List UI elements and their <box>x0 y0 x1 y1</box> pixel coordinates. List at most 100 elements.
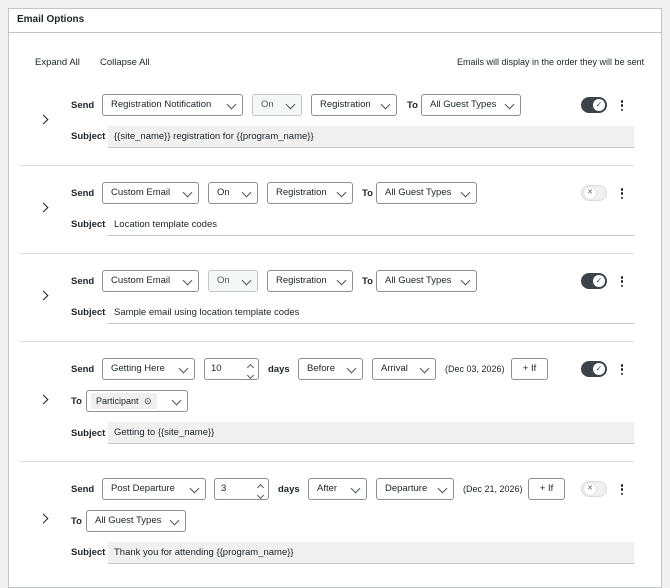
add-if-button[interactable]: + If <box>528 478 565 500</box>
chevron-down-icon <box>178 363 189 374</box>
event-select-value: Departure <box>385 483 428 494</box>
template-select-value: Registration Notification <box>111 99 212 110</box>
subject-field[interactable]: Sample email using location template cod… <box>108 302 634 324</box>
when-select-value: Before <box>307 363 335 374</box>
when-select[interactable]: After <box>308 478 367 500</box>
subject-field[interactable]: Location template codes <box>108 214 634 236</box>
template-select-value: Custom Email <box>111 187 171 198</box>
chevron-down-icon <box>226 99 237 110</box>
subject-label: Subject <box>71 131 106 142</box>
trigger-select-value: Registration <box>276 187 327 198</box>
to-label: To <box>71 516 82 527</box>
chevron-down-icon <box>336 275 347 286</box>
chevron-down-icon <box>241 275 252 286</box>
send-label: Send <box>71 276 95 287</box>
subject-label: Subject <box>71 219 106 230</box>
remove-tag-icon[interactable]: ⊙ <box>144 396 152 406</box>
trigger-select[interactable]: Registration <box>267 270 353 292</box>
when-select-value: After <box>317 483 338 494</box>
state-select[interactable]: On <box>208 182 258 204</box>
send-label: Send <box>71 100 95 111</box>
template-select-value: Custom Email <box>111 275 171 286</box>
chevron-down-icon <box>336 187 347 198</box>
recipient-select[interactable]: All Guest Types <box>376 182 477 204</box>
days-stepper[interactable]: 10 <box>204 358 259 380</box>
chevron-down-icon <box>346 363 357 374</box>
recipient-select-value: All Guest Types <box>95 515 162 526</box>
check-icon: ✓ <box>593 99 605 111</box>
to-label: To <box>362 276 373 287</box>
recipient-select-value: All Guest Types <box>385 275 452 286</box>
chevron-down-icon <box>189 483 200 494</box>
subject-field[interactable]: Thank you for attending {{program_name}} <box>108 542 634 564</box>
add-if-button[interactable]: + If <box>511 358 548 380</box>
subject-label: Subject <box>71 428 106 439</box>
order-note: Emails will display in the order they wi… <box>457 57 645 67</box>
recipient-tag: Participant ⊙ <box>91 393 157 409</box>
check-icon: ✓ <box>593 363 605 375</box>
computed-date: (Dec 03, 2026) <box>445 364 505 374</box>
trigger-select-value: Registration <box>320 99 371 110</box>
chevron-down-icon <box>460 187 471 198</box>
template-select[interactable]: Post Departure <box>102 478 206 500</box>
trigger-select[interactable]: Registration <box>267 182 353 204</box>
send-label: Send <box>71 484 95 495</box>
template-select[interactable]: Registration Notification <box>102 94 243 116</box>
chevron-down-icon <box>182 275 193 286</box>
template-select[interactable]: Custom Email <box>102 182 199 204</box>
row-divider <box>20 461 634 462</box>
to-label: To <box>407 100 418 111</box>
row-divider <box>20 253 634 254</box>
days-stepper[interactable]: 3 <box>214 478 269 500</box>
check-icon: ✓ <box>593 275 605 287</box>
state-select-value: On <box>217 275 230 286</box>
days-label: days <box>278 484 300 495</box>
subject-label: Subject <box>71 307 106 318</box>
template-select[interactable]: Getting Here <box>102 358 195 380</box>
enabled-toggle[interactable]: ✓ <box>581 361 607 377</box>
state-select: On <box>208 270 258 292</box>
state-select-value: On <box>217 187 230 198</box>
subject-field[interactable]: {{site_name}} registration for {{program… <box>108 126 634 148</box>
chevron-down-icon <box>460 275 471 286</box>
enabled-toggle[interactable]: ✓ <box>581 273 607 289</box>
enabled-toggle[interactable]: ✕ <box>581 185 607 201</box>
subject-label: Subject <box>71 547 106 558</box>
stepper-arrows-icon[interactable] <box>246 361 254 380</box>
more-options-icon[interactable] <box>620 100 624 113</box>
template-select-value: Getting Here <box>111 363 165 374</box>
row-divider <box>20 165 634 166</box>
recipient-select[interactable]: Participant ⊙ <box>86 390 188 412</box>
state-select-value: On <box>261 99 274 110</box>
event-select[interactable]: Departure <box>376 478 454 500</box>
trigger-select[interactable]: Registration <box>311 94 397 116</box>
panel-title: Email Options <box>9 9 661 33</box>
close-icon: ✕ <box>584 187 596 199</box>
template-select[interactable]: Custom Email <box>102 270 199 292</box>
days-value: 3 <box>221 483 227 494</box>
enabled-toggle[interactable]: ✓ <box>581 97 607 113</box>
subject-field[interactable]: Getting to {{site_name}} <box>108 422 634 444</box>
recipient-select[interactable]: All Guest Types <box>86 510 186 532</box>
chevron-down-icon <box>419 363 430 374</box>
chevron-down-icon <box>169 515 180 526</box>
event-select-value: Arrival <box>381 363 408 374</box>
recipient-select-value: All Guest Types <box>385 187 452 198</box>
expand-all-link[interactable]: Expand All <box>35 57 80 68</box>
recipient-tag-label: Participant <box>96 396 139 406</box>
collapse-all-link[interactable]: Collapse All <box>100 57 150 68</box>
when-select[interactable]: Before <box>298 358 363 380</box>
chevron-down-icon <box>504 99 515 110</box>
chevron-down-icon <box>380 99 391 110</box>
recipient-select[interactable]: All Guest Types <box>421 94 521 116</box>
more-options-icon[interactable] <box>620 484 624 497</box>
stepper-arrows-icon[interactable] <box>256 481 264 500</box>
more-options-icon[interactable] <box>620 188 624 201</box>
more-options-icon[interactable] <box>620 276 624 289</box>
recipient-select[interactable]: All Guest Types <box>376 270 477 292</box>
event-select[interactable]: Arrival <box>372 358 436 380</box>
more-options-icon[interactable] <box>620 364 624 377</box>
chevron-down-icon <box>182 187 193 198</box>
enabled-toggle[interactable]: ✕ <box>581 481 607 497</box>
to-label: To <box>362 188 373 199</box>
